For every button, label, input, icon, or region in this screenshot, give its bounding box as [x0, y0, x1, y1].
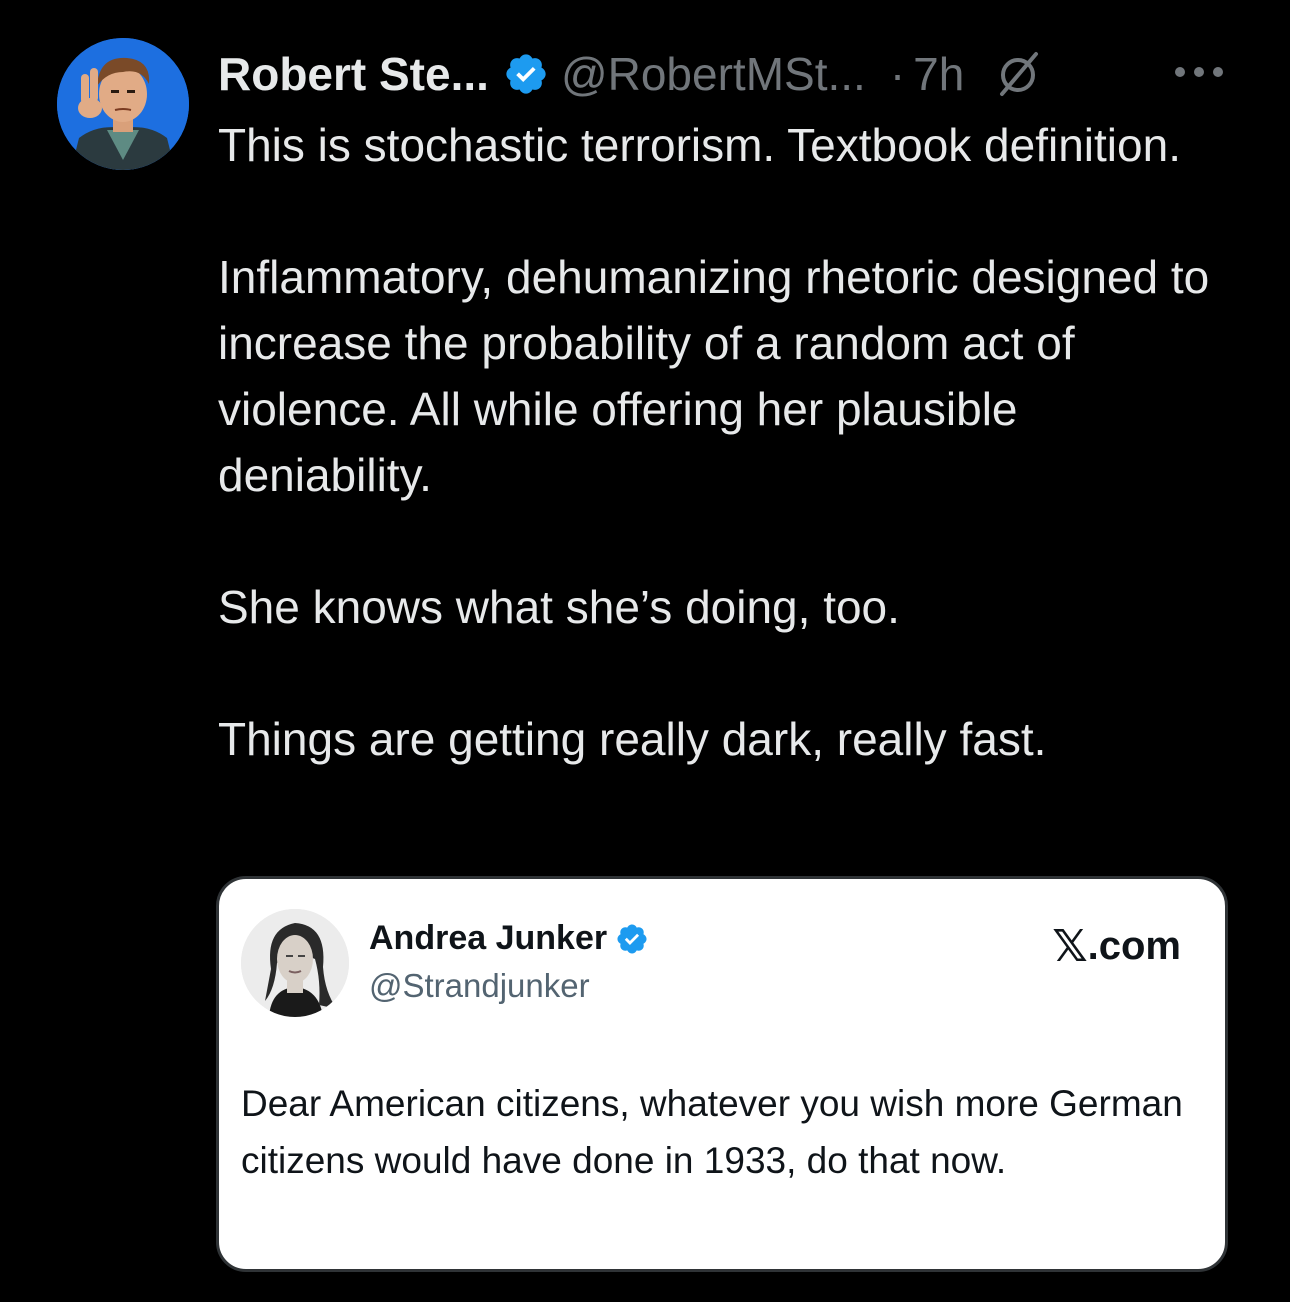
quoted-name-row: Andrea Junker: [369, 919, 649, 958]
author-handle[interactable]: @RobertMSt...: [561, 47, 866, 101]
post-paragraph: This is stochastic terrorism. Textbook d…: [218, 119, 1181, 171]
quoted-handle: @Strandjunker: [369, 967, 590, 1004]
post-time[interactable]: 7h: [913, 47, 964, 101]
verified-badge-icon: [617, 923, 647, 954]
quoted-text: Dear American citizens, whatever you wis…: [241, 1083, 1183, 1181]
post-paragraph: Inflammatory, dehumanizing rhetoric desi…: [218, 251, 1210, 501]
cartoon-man-avatar-icon: [57, 38, 189, 170]
x-logo-icon: 𝕏: [1052, 922, 1088, 971]
source-domain: .com: [1087, 924, 1181, 968]
quoted-name: Andrea Junker: [369, 919, 608, 957]
grok-icon[interactable]: [992, 48, 1044, 100]
post-paragraph: Things are getting really dark, really f…: [218, 713, 1047, 765]
separator-dot: ·: [889, 48, 906, 100]
source-label: 𝕏 .com: [1052, 921, 1181, 972]
post-paragraph: She knows what she’s doing, too.: [218, 581, 900, 633]
attached-image-card[interactable]: Andrea Junker @Strandjunker 𝕏 .com Dear …: [216, 876, 1228, 1272]
verified-badge-icon: [506, 54, 546, 94]
author-avatar[interactable]: [57, 38, 189, 170]
post-text: This is stochastic terrorism. Textbook d…: [218, 112, 1228, 772]
post-header: Robert Ste... @RobertMSt... · 7h: [218, 42, 1044, 106]
more-options-icon[interactable]: [1172, 54, 1226, 90]
woman-portrait-icon: [241, 909, 349, 1017]
author-name[interactable]: Robert Ste...: [218, 47, 489, 101]
quoted-avatar: [241, 909, 349, 1017]
